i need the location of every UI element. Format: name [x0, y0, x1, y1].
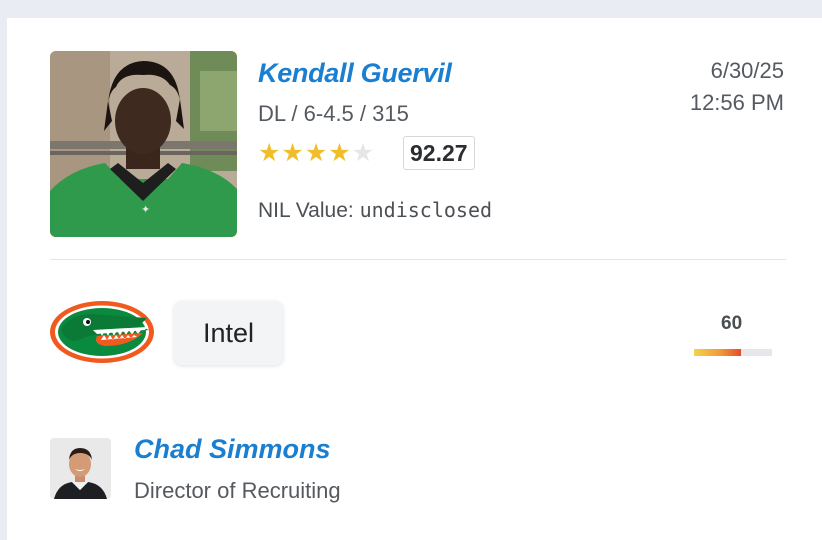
star-empty-icon: ★ — [351, 139, 375, 167]
nil-value-text: undisclosed — [359, 198, 493, 222]
author-avatar-image — [50, 438, 111, 499]
author-name-link[interactable]: Chad Simmons — [134, 434, 331, 465]
confidence-value: 60 — [721, 313, 743, 334]
author-avatar[interactable] — [50, 438, 111, 499]
star-filled-icon: ★ — [328, 139, 351, 167]
confidence-meter — [694, 349, 772, 356]
player-photo[interactable]: ✦ — [50, 51, 237, 237]
section-divider — [50, 259, 786, 260]
confidence-meter-fill — [694, 349, 741, 356]
nil-value-label: NIL Value: — [258, 199, 354, 222]
team-logo-image — [50, 301, 154, 363]
nil-value-row: NIL Value: undisclosed — [258, 198, 492, 223]
star-filled-icon: ★ — [258, 139, 281, 167]
player-position-height-weight: DL / 6-4.5 / 315 — [258, 101, 409, 126]
prediction-timestamp: 6/30/25 12:56 PM — [690, 55, 784, 119]
prediction-date: 6/30/25 — [710, 58, 784, 83]
player-name-link[interactable]: Kendall Guervil — [258, 58, 452, 89]
player-photo-image: ✦ — [50, 51, 237, 237]
recruit-prediction-card: ✦ Kendall Guervil DL / 6-4.5 / 315 ★ ★ ★… — [7, 18, 822, 540]
svg-text:✦: ✦ — [141, 203, 150, 216]
star-filled-icon: ★ — [304, 139, 328, 167]
florida-gators-logo-icon[interactable] — [49, 300, 155, 364]
intel-button[interactable]: Intel — [174, 301, 283, 365]
star-rating: ★ ★ ★ ★ ★ — [258, 139, 374, 167]
rating-score-badge: 92.27 — [403, 136, 475, 170]
author-title: Director of Recruiting — [134, 478, 341, 503]
star-filled-icon: ★ — [281, 139, 304, 167]
prediction-time: 12:56 PM — [689, 90, 784, 115]
